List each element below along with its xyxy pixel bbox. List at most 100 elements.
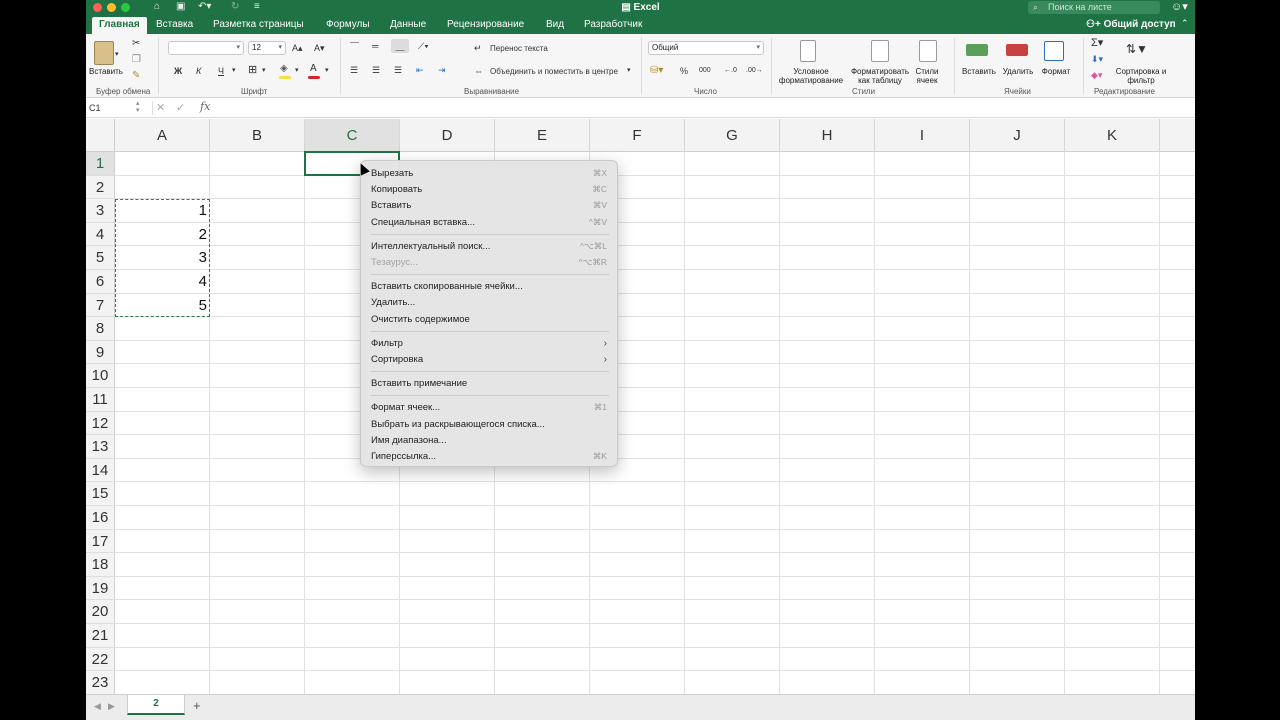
borders-icon[interactable]: ⊞ (248, 63, 257, 77)
share-button[interactable]: ⚇+ Общий доступ (1086, 19, 1176, 30)
comma-style-button[interactable]: 000 (699, 64, 711, 78)
context-menu-item[interactable]: Интеллектуальный поиск... ^⌥⌘L (361, 239, 617, 254)
insert-cells-button[interactable]: Вставить (960, 67, 998, 76)
clear-icon[interactable]: ◆▾ (1091, 68, 1102, 82)
font-size-select[interactable]: 12 ▾ (248, 41, 286, 55)
insert-function-button[interactable]: fx (200, 100, 210, 113)
feedback-smiley-icon[interactable]: ☺▾ (1171, 0, 1188, 13)
context-menu-item[interactable]: Удалить... (361, 295, 617, 310)
align-middle-icon[interactable]: ═ (372, 39, 378, 53)
delete-cells-button[interactable]: Удалить (1000, 67, 1036, 76)
row-header-2[interactable]: 2 (86, 175, 115, 200)
tab-insert[interactable]: Вставка (156, 19, 193, 30)
paste-icon[interactable] (94, 41, 114, 65)
align-left-icon[interactable]: ☰ (350, 63, 358, 77)
row-header-13[interactable]: 13 (86, 435, 115, 459)
format-cells-icon[interactable] (1044, 41, 1064, 61)
row-header-11[interactable]: 11 (86, 388, 115, 412)
conditional-formatting-button[interactable]: Условное форматирование (776, 67, 846, 85)
font-color-dropdown-icon[interactable]: ▾ (325, 64, 329, 78)
number-format-select[interactable]: Общий ▾ (648, 41, 764, 55)
align-right-icon[interactable]: ☰ (394, 63, 402, 77)
context-menu-item[interactable]: Выбрать из раскрывающегося списка... (361, 417, 617, 432)
accounting-format-icon[interactable]: ⛁▾ (650, 64, 663, 78)
cut-icon[interactable]: ✂ (132, 37, 140, 51)
row-header-16[interactable]: 16 (86, 506, 115, 530)
merge-center-button[interactable]: Объединить и поместить в центре (490, 67, 618, 76)
align-bottom-icon[interactable]: ⎽ (391, 39, 409, 53)
decrease-decimal-icon[interactable]: .00→ (746, 64, 763, 78)
context-menu-item[interactable]: Специальная вставка... ^⌘V (361, 215, 617, 230)
percent-button[interactable]: % (680, 64, 688, 78)
column-header-b[interactable]: B (210, 119, 305, 152)
row-header-7[interactable]: 7 (86, 293, 115, 318)
borders-dropdown-icon[interactable]: ▾ (262, 64, 266, 78)
tab-developer[interactable]: Разработчик (584, 19, 642, 30)
context-menu-item[interactable]: Гиперссылка... ⌘K (361, 449, 617, 464)
format-cells-button[interactable]: Формат (1038, 67, 1074, 76)
fill-icon[interactable]: ⬇▾ (1091, 52, 1103, 66)
column-header-a[interactable]: A (115, 119, 210, 152)
tab-review[interactable]: Рецензирование (447, 19, 524, 30)
align-center-icon[interactable]: ☰ (372, 63, 380, 77)
context-menu-item[interactable]: Формат ячеек... ⌘1 (361, 400, 617, 415)
row-header-6[interactable]: 6 (86, 270, 115, 294)
sort-filter-button[interactable]: Сортировка и фильтр (1114, 67, 1168, 85)
context-menu-item[interactable]: Копировать ⌘C (361, 182, 617, 197)
row-header-10[interactable]: 10 (86, 364, 115, 388)
column-header-d[interactable]: D (400, 119, 495, 152)
autosum-icon[interactable]: Σ▾ (1091, 36, 1103, 50)
row-header-21[interactable]: 21 (86, 624, 115, 648)
wrap-text-button[interactable]: Перенос текста (490, 44, 548, 53)
align-top-icon[interactable]: ⎺ (350, 39, 359, 53)
context-menu-item[interactable]: Имя диапазона... (361, 433, 617, 448)
tab-view[interactable]: Вид (546, 19, 564, 30)
font-name-select[interactable]: ▾ (168, 41, 244, 55)
row-header-15[interactable]: 15 (86, 482, 115, 506)
column-header-g[interactable]: G (685, 119, 780, 152)
column-header-f[interactable]: F (590, 119, 685, 152)
tab-home[interactable]: Главная (92, 17, 147, 34)
search-sheet-input[interactable]: ⌕ Поиск на листе (1028, 1, 1160, 14)
context-menu-item[interactable]: Вставить примечание (361, 376, 617, 391)
name-box-stepper-icon[interactable]: ▴ ▾ (136, 100, 140, 114)
sheet-tab[interactable]: 2 (127, 695, 185, 715)
context-menu-item[interactable]: Сортировка › (361, 352, 617, 367)
increase-indent-icon[interactable]: ⇥ (438, 63, 446, 77)
row-header-8[interactable]: 8 (86, 317, 115, 341)
row-header-19[interactable]: 19 (86, 576, 115, 601)
row-header-5[interactable]: 5 (86, 246, 115, 270)
row-header-3[interactable]: 3 (86, 199, 115, 223)
context-menu-item[interactable]: Очистить содержимое (361, 312, 617, 327)
column-header-j[interactable]: J (970, 119, 1065, 152)
conditional-formatting-icon[interactable] (800, 40, 816, 62)
row-header-9[interactable]: 9 (86, 340, 115, 365)
column-header-i[interactable]: I (875, 119, 970, 152)
worksheet-grid[interactable]: ABCDEFGHIJK 1 2 3 4 5 6 7 8 9 10 11 12 13 14 15 16 17 18 1… (86, 119, 1195, 695)
cancel-icon[interactable]: ✕ (156, 101, 165, 114)
underline-button[interactable]: Ч (218, 64, 224, 78)
row-header-14[interactable]: 14 (86, 458, 115, 483)
context-menu-item[interactable]: Фильтр › (361, 336, 617, 351)
increase-decimal-icon[interactable]: ←.0 (724, 64, 737, 78)
context-menu-item[interactable]: Вырезать ⌘X (361, 166, 617, 181)
format-as-table-button[interactable]: Форматировать как таблицу (846, 67, 914, 85)
row-header-1[interactable]: 1 (86, 152, 115, 176)
paste-label[interactable]: Вставить (88, 67, 124, 76)
paste-dropdown-icon[interactable]: ▾ (115, 48, 119, 62)
cell-styles-button[interactable]: Стили ячеек (912, 67, 942, 85)
sort-filter-icon[interactable]: ⇅▼ (1126, 42, 1148, 56)
row-header-22[interactable]: 22 (86, 647, 115, 672)
enter-icon[interactable]: ✓ (176, 101, 185, 114)
orientation-icon[interactable]: ⟋▾ (418, 39, 429, 53)
add-sheet-button[interactable]: + (193, 698, 201, 713)
fill-color-icon[interactable]: ◈ (280, 62, 288, 76)
wrap-text-icon[interactable]: ↵ (474, 41, 482, 55)
bold-button[interactable]: Ж (174, 64, 182, 78)
format-as-table-icon[interactable] (871, 40, 889, 62)
context-menu-item[interactable]: Вставить скопированные ячейки... (361, 279, 617, 294)
column-header-k[interactable]: K (1065, 119, 1160, 152)
select-all-corner[interactable] (86, 119, 115, 152)
increase-font-icon[interactable]: A▴ (292, 41, 303, 55)
row-header-23[interactable]: 23 (86, 671, 115, 695)
